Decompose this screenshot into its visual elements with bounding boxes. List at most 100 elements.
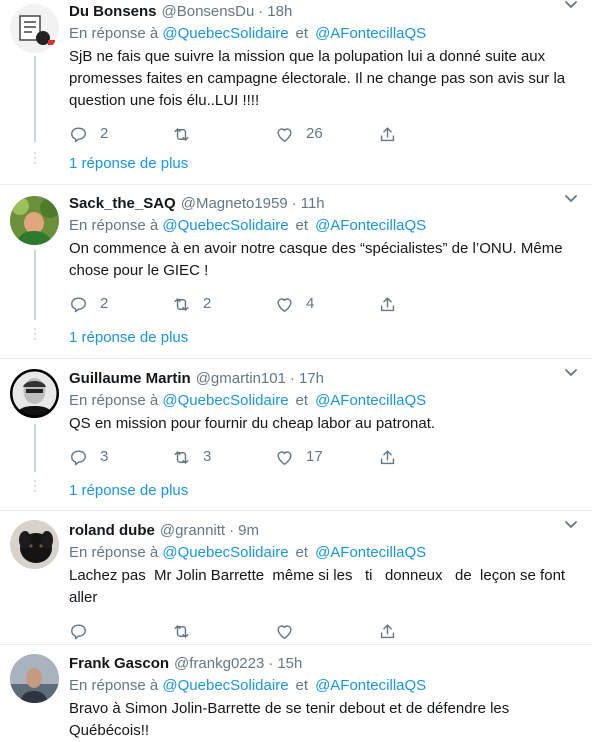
reply-button[interactable]: 3 <box>69 448 172 467</box>
handle[interactable]: @BonsensDu <box>162 2 255 22</box>
show-more-replies[interactable]: 1 réponse de plus <box>69 328 188 348</box>
display-name[interactable]: Guillaume Martin <box>69 369 191 389</box>
avatar[interactable] <box>10 369 59 418</box>
timestamp[interactable]: 11h <box>301 194 325 214</box>
reply-icon <box>71 126 86 142</box>
retweet-icon <box>174 297 189 311</box>
retweet-count: 3 <box>203 448 212 465</box>
mention-link[interactable]: @QuebecSolidaire <box>162 677 288 694</box>
like-count: 17 <box>306 448 323 465</box>
reply-icon <box>71 623 86 639</box>
tweet-text: QS en mission pour fournir du cheap labo… <box>69 415 436 432</box>
like-button[interactable]: 26 <box>275 125 378 144</box>
mention-link[interactable]: @AFontecillaQS <box>315 677 426 694</box>
heart-icon <box>277 450 292 465</box>
separator: · <box>258 3 264 20</box>
timestamp[interactable]: 9m <box>238 521 259 541</box>
like-button[interactable]: 4 <box>275 295 378 314</box>
timestamp[interactable]: 17h <box>299 369 324 389</box>
mention-link[interactable]: @QuebecSolidaire <box>162 392 288 409</box>
tweet-text: Lachez pas Mr Jolin Barrette même si les… <box>69 567 570 606</box>
thread-dots <box>34 328 36 343</box>
avatar[interactable] <box>10 520 59 569</box>
timestamp[interactable]: 15h <box>277 654 302 674</box>
thread-line <box>34 250 36 320</box>
handle[interactable]: @gmartin101 <box>196 369 286 389</box>
reply-context: En réponse à @QuebecSolidaire et @AFonteci… <box>69 543 572 563</box>
share-button[interactable] <box>378 125 481 144</box>
handle[interactable]: @frankg0223 <box>174 654 264 674</box>
mention-link[interactable]: @AFontecillaQS <box>315 217 426 234</box>
handle[interactable]: @Magneto1959 <box>181 194 288 214</box>
handle[interactable]: @grannitt <box>160 521 225 541</box>
reply-icon <box>71 449 86 465</box>
display-name[interactable]: Du Bonsens <box>69 2 157 22</box>
tweet[interactable]: Frank Gascon @frankg0223 · 15h En répons… <box>0 644 592 739</box>
heart-icon <box>277 127 292 142</box>
like-button[interactable] <box>275 622 378 641</box>
avatar[interactable] <box>10 196 59 245</box>
timestamp[interactable]: 18h <box>267 2 292 22</box>
retweet-button[interactable] <box>172 125 275 144</box>
reply-prefix: En réponse à <box>69 25 159 42</box>
retweet-icon <box>174 127 189 141</box>
reply-count: 3 <box>100 448 109 465</box>
display-name[interactable]: roland dube <box>69 521 155 541</box>
share-button[interactable] <box>378 448 481 467</box>
avatar[interactable] <box>10 4 59 53</box>
separator: · <box>229 522 235 539</box>
tweet[interactable]: Sack_the_SAQ @Magneto1959 · 11h En répon… <box>0 184 592 359</box>
thread-line <box>34 56 36 142</box>
share-icon <box>380 126 395 141</box>
tweet[interactable]: Guillaume Martin @gmartin101 · 17h En ré… <box>0 358 592 511</box>
mention-link[interactable]: @QuebecSolidaire <box>162 217 288 234</box>
tweet[interactable]: roland dube @grannitt · 9m En réponse à … <box>0 510 592 645</box>
show-more-replies[interactable]: 1 réponse de plus <box>69 154 188 174</box>
share-button[interactable] <box>378 622 481 641</box>
thread-dots <box>34 152 36 167</box>
like-button[interactable]: 17 <box>275 448 378 467</box>
display-name[interactable]: Frank Gascon <box>69 654 169 674</box>
retweet-button[interactable]: 2 <box>172 295 275 314</box>
retweet-button[interactable]: 3 <box>172 448 275 467</box>
like-count: 4 <box>306 295 315 312</box>
and-word: et <box>295 217 309 234</box>
display-name[interactable]: Sack_the_SAQ <box>69 194 176 214</box>
avatar[interactable] <box>10 654 59 703</box>
reply-prefix: En réponse à <box>69 544 159 561</box>
retweet-count: 2 <box>203 295 212 312</box>
action-bar: 2 26 <box>69 124 572 144</box>
share-icon <box>380 449 395 464</box>
and-word: et <box>295 392 309 409</box>
reply-context: En réponse à @QuebecSolidaire et @AFonteci… <box>69 391 572 411</box>
replies-feed: Du Bonsens @BonsensDu · 18h En réponse à… <box>0 0 592 739</box>
mention-link[interactable]: @AFontecillaQS <box>315 544 426 561</box>
action-bar: 2 2 4 <box>69 294 572 314</box>
show-more-replies[interactable]: 1 réponse de plus <box>69 481 188 501</box>
mention-link[interactable]: @AFontecillaQS <box>315 392 426 409</box>
and-word: et <box>295 677 309 694</box>
mention-link[interactable]: @QuebecSolidaire <box>162 544 288 561</box>
action-bar <box>69 621 572 641</box>
reply-button[interactable] <box>69 622 172 641</box>
chevron-down-icon[interactable] <box>564 0 578 10</box>
reply-context: En réponse à @QuebecSolidaire et @AFonteci… <box>69 216 572 236</box>
mention-link[interactable]: @QuebecSolidaire <box>162 25 288 42</box>
tweet[interactable]: Du Bonsens @BonsensDu · 18h En réponse à… <box>0 0 592 185</box>
reply-icon <box>71 296 86 312</box>
like-count: 26 <box>306 125 323 142</box>
reply-button[interactable]: 2 <box>69 295 172 314</box>
retweet-button[interactable] <box>172 622 275 641</box>
separator: · <box>291 195 297 212</box>
retweet-icon <box>174 450 189 464</box>
reply-button[interactable]: 2 <box>69 125 172 144</box>
mention-link[interactable]: @AFontecillaQS <box>315 25 426 42</box>
chevron-down-icon[interactable] <box>564 194 578 204</box>
chevron-down-icon[interactable] <box>564 520 578 530</box>
heart-icon <box>277 297 292 312</box>
reply-prefix: En réponse à <box>69 392 159 409</box>
chevron-down-icon[interactable] <box>564 368 578 378</box>
share-button[interactable] <box>378 295 481 314</box>
tweet-text: Bravo à Simon Jolin-Barrette de se tenir… <box>69 700 510 739</box>
tweet-text: On commence à en avoir notre casque des … <box>69 240 563 279</box>
